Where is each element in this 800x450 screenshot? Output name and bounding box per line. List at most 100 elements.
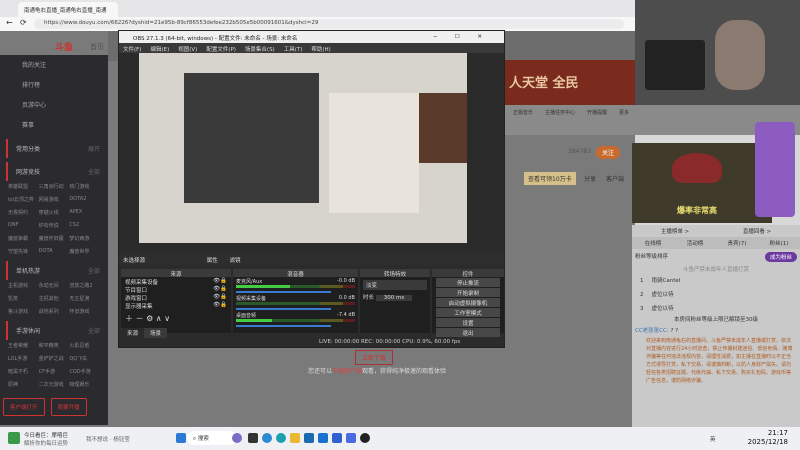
input-language[interactable]: 英 xyxy=(710,435,716,443)
menu-item[interactable]: 文件(F) xyxy=(123,45,141,53)
news-title[interactable]: 今日看巨：摩嘻巨 xyxy=(24,431,68,439)
app-icon[interactable] xyxy=(262,433,272,443)
category-link[interactable]: 无主星渊 xyxy=(69,295,100,302)
download-button[interactable]: 立即下载 xyxy=(355,350,394,365)
category-link[interactable]: DNF xyxy=(8,222,39,229)
back-icon[interactable]: ← xyxy=(6,18,13,27)
category-link[interactable]: 饥荒 xyxy=(8,295,39,302)
source-toolbar[interactable]: ＋ － ⚙ ∧ ∨ xyxy=(121,309,231,328)
duration-input[interactable]: 300 ms xyxy=(375,295,413,301)
browser-tab[interactable]: 南通龟右直播_南通龟右直播_南通 xyxy=(18,2,118,17)
source-item[interactable]: 节目窗口 👁🔒 xyxy=(121,285,231,294)
chat-username[interactable]: CC老张张CC: xyxy=(635,328,669,334)
anchor-rank-link[interactable]: 主播榜单 > xyxy=(661,227,689,235)
category-link[interactable]: 怀旧游戏 xyxy=(69,308,100,315)
control-button[interactable]: 开始录制 xyxy=(436,288,500,297)
category-link[interactable]: APEX xyxy=(69,209,100,216)
share-button[interactable]: 分享 xyxy=(584,174,596,183)
category-link[interactable]: 炉石传说 xyxy=(39,222,70,229)
follow-button[interactable]: 关注 xyxy=(596,146,621,159)
transition-select[interactable]: 淡变 xyxy=(363,280,427,290)
start-icon[interactable] xyxy=(176,433,186,443)
category-link[interactable]: CS2 xyxy=(69,222,100,229)
more-link[interactable]: 更多 xyxy=(619,109,629,131)
panel-tab[interactable]: 在线榜 xyxy=(632,237,674,249)
client-open-button[interactable]: 客户端打开 xyxy=(3,398,45,416)
panel-tab[interactable]: 活动榜 xyxy=(674,237,716,249)
category-link[interactable]: 魔兽怀旧服 xyxy=(39,235,70,242)
url-input[interactable]: https://www.douyu.com/66226?dyshid=21e95… xyxy=(34,19,624,29)
source-item[interactable]: 显示器采集 👁🔒 xyxy=(121,301,231,310)
all-link[interactable]: 全部 xyxy=(88,266,100,275)
eye-lock-icon[interactable]: 👁🔒 xyxy=(213,294,227,300)
obs-icon[interactable] xyxy=(360,433,370,443)
category-link[interactable]: 王者荣耀 xyxy=(8,342,39,349)
control-button[interactable]: 设置 xyxy=(436,318,500,327)
fan-row[interactable]: 1 雨骑Cantel xyxy=(632,273,800,287)
category-link[interactable]: 三角洲行动 xyxy=(39,183,70,190)
join-fan-button[interactable]: 成为粉丝 xyxy=(764,252,797,262)
volume-slider[interactable] xyxy=(236,308,332,310)
category-link[interactable]: 物理娱乐 xyxy=(69,381,100,388)
category-link[interactable]: 魔兽世界 xyxy=(69,248,100,255)
control-button[interactable]: 工作室模式 xyxy=(436,308,500,317)
sidebar-rank[interactable]: 排行榜 xyxy=(0,75,108,95)
category-link[interactable]: 热门游戏 xyxy=(69,183,100,190)
category-link[interactable]: 穿越火线 xyxy=(39,209,70,216)
category-link[interactable]: 流放之路2 xyxy=(69,282,100,289)
window-controls[interactable]: ─ ☐ ✕ xyxy=(434,34,490,40)
category-link[interactable]: COD手游 xyxy=(69,368,100,375)
explorer-icon[interactable] xyxy=(290,433,300,443)
menu-item[interactable]: 帮助(H) xyxy=(311,45,330,53)
task-view-icon[interactable] xyxy=(248,433,258,443)
menu-item[interactable]: 配置文件(P) xyxy=(206,45,236,53)
client-button[interactable]: 客户端 xyxy=(606,174,624,183)
volume-slider[interactable] xyxy=(236,325,332,327)
eye-lock-icon[interactable]: 👁🔒 xyxy=(213,286,227,292)
panel-tab[interactable]: 贵宾(7) xyxy=(716,237,758,249)
reload-icon[interactable]: ⟳ xyxy=(20,18,27,27)
category-link[interactable]: 英雄联盟 xyxy=(8,183,39,190)
source-item[interactable]: 视频采集设备 👁🔒 xyxy=(121,277,231,286)
category-link[interactable]: 守望先锋 xyxy=(8,248,39,255)
sidebar-events[interactable]: 赛事 xyxy=(0,115,108,135)
go-live-button[interactable]: 我要开播 xyxy=(50,398,87,416)
eye-lock-icon[interactable]: 👁🔒 xyxy=(213,278,227,284)
filters-button[interactable]: 滤镜 xyxy=(230,258,241,264)
control-button[interactable]: 退出 xyxy=(436,328,500,337)
category-link[interactable]: LOL手游 xyxy=(8,355,39,362)
volume-slider[interactable] xyxy=(236,291,332,293)
category-link[interactable]: 金铲铲之战 xyxy=(39,355,70,362)
category-link[interactable]: 魔兽争霸 xyxy=(8,235,39,242)
panel-tab[interactable]: 粉丝(1) xyxy=(758,237,800,249)
store-icon[interactable] xyxy=(304,433,314,443)
all-link[interactable]: 全部 xyxy=(88,326,100,335)
replay-link[interactable]: 直播回看 > xyxy=(743,227,771,235)
category-link[interactable]: DOTA xyxy=(39,248,70,255)
menu-item[interactable]: 编辑(E) xyxy=(150,45,169,53)
app3-icon[interactable] xyxy=(346,433,356,443)
music-link[interactable]: 正版音乐 xyxy=(513,109,533,131)
category-link[interactable]: 网易游戏 xyxy=(39,196,70,203)
category-link[interactable]: 火影忍者 xyxy=(69,342,100,349)
category-link[interactable]: 主机其他 xyxy=(39,295,70,302)
media-title[interactable]: 我不想说 · 杨钰莹 xyxy=(86,435,130,443)
obs-preview[interactable] xyxy=(139,53,467,243)
expand-link[interactable]: 展开 xyxy=(88,144,100,153)
menu-item[interactable]: 工具(T) xyxy=(284,45,303,53)
task-center-link[interactable]: 主播任务中心 xyxy=(545,109,575,131)
category-link[interactable]: DOTA2 xyxy=(69,196,100,203)
control-button[interactable]: 启动虚拟摄像机 xyxy=(436,298,500,307)
fan-row[interactable]: 3 虚位以待 xyxy=(632,301,800,315)
news-icon[interactable] xyxy=(8,432,20,444)
category-link[interactable]: 和平精英 xyxy=(39,342,70,349)
douyu-logo[interactable]: 斗鱼 xyxy=(55,40,73,53)
copilot-icon[interactable] xyxy=(232,433,242,443)
outlook-icon[interactable] xyxy=(318,433,328,443)
clock[interactable]: 21:17 2025/12/18 xyxy=(740,429,788,447)
source-item[interactable]: 游戏窗口 👁🔒 xyxy=(121,293,231,302)
category-link[interactable]: 原神 xyxy=(8,381,39,388)
category-link[interactable]: 二次元游戏 xyxy=(39,381,70,388)
category-link[interactable]: 战地系列 xyxy=(39,308,70,315)
sidebar-follow[interactable]: 我的关注 xyxy=(0,55,108,75)
